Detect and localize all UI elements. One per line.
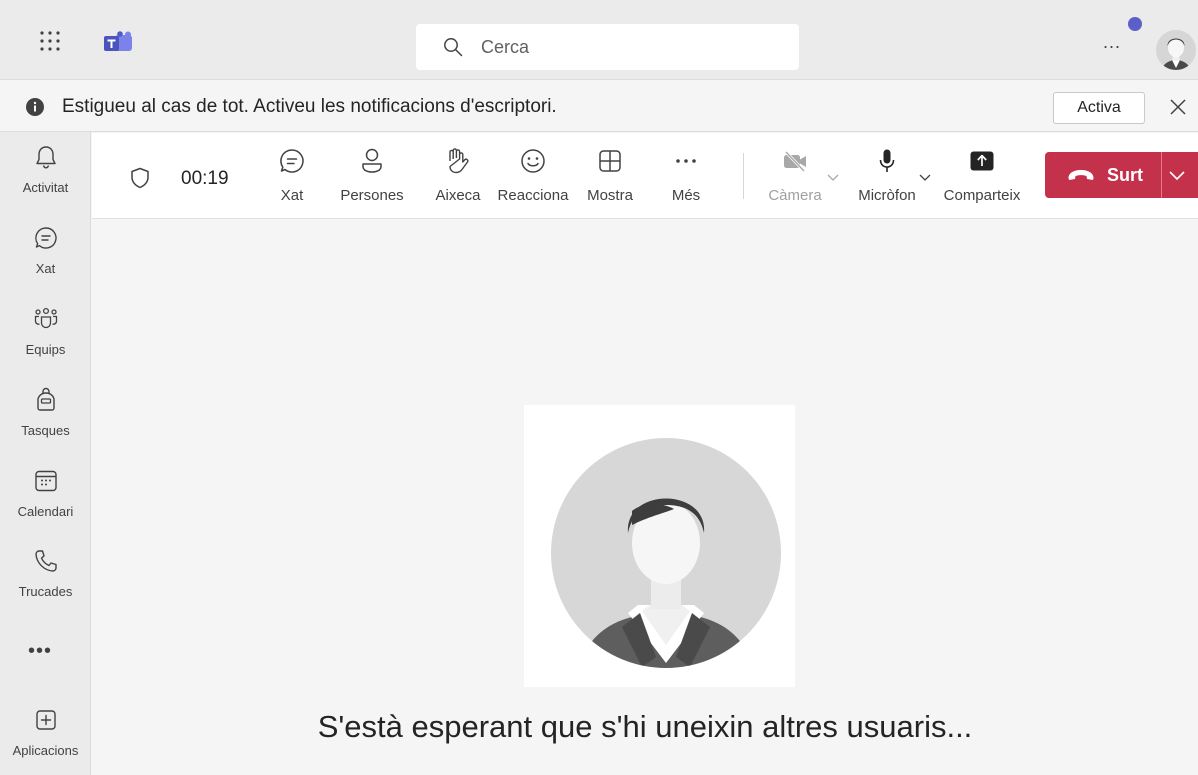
sidebar-item-tasks[interactable]: Tasques (0, 379, 91, 449)
call-timer: 00:19 (181, 168, 229, 189)
leave-button-divider (1161, 152, 1162, 198)
camera-options-chevron-icon[interactable] (826, 172, 840, 182)
camera-off-icon (784, 150, 806, 173)
info-icon (26, 98, 44, 116)
sidebar-item-label: Aplicacions (12, 743, 79, 758)
chat-icon (280, 149, 304, 173)
raise-hand-icon (449, 148, 469, 174)
button-label: Comparteix (943, 187, 1021, 204)
close-icon[interactable] (1166, 95, 1190, 119)
shield-icon[interactable] (130, 167, 150, 189)
microphone-icon (879, 149, 895, 172)
meeting-toolbar: 00:19 Xat Persones Aixeca Reacciona Most… (92, 133, 1198, 219)
more-actions-button[interactable]: Més (668, 147, 704, 209)
notification-banner: Estigueu al cas de tot. Activeu les noti… (0, 80, 1198, 132)
banner-message: Estigueu al cas de tot. Activeu les noti… (62, 96, 557, 117)
sidebar-item-label: Calendari (17, 504, 74, 519)
chevron-down-icon[interactable] (1167, 168, 1187, 182)
button-label: Càmera (768, 187, 822, 204)
button-label: Aixeca (435, 187, 481, 204)
phone-icon (35, 550, 57, 572)
button-label: Micròfon (858, 187, 916, 204)
sidebar-item-label: Tasques (21, 423, 70, 438)
teams-logo-icon (104, 31, 132, 51)
search-icon (444, 38, 463, 57)
backpack-icon (37, 387, 55, 411)
button-label: Reacciona (497, 187, 569, 204)
sidebar-item-activity[interactable]: Activitat (0, 136, 91, 206)
search-box[interactable] (416, 24, 799, 70)
participant-tile (524, 405, 795, 687)
view-button[interactable]: Mostra (583, 147, 637, 209)
teams-icon (34, 307, 58, 329)
share-screen-icon (970, 151, 994, 171)
waiting-message: S'està esperant que s'hi uneixin altres … (317, 709, 973, 744)
bell-icon (36, 146, 56, 169)
more-apps-button[interactable]: ••• (28, 640, 52, 663)
leave-button-label: Surt (1107, 164, 1143, 185)
microphone-button[interactable]: Micròfon (851, 147, 923, 209)
share-button[interactable]: Comparteix (941, 147, 1023, 209)
calendar-icon (35, 470, 57, 492)
react-button[interactable]: Reacciona (495, 147, 571, 209)
chat-icon (35, 227, 57, 249)
smile-icon (521, 149, 545, 173)
app-rail: Activitat Xat Equips Tasques Calendari T… (0, 132, 91, 775)
camera-button[interactable]: Càmera (764, 147, 826, 209)
sidebar-item-calls[interactable]: Trucades (0, 540, 91, 610)
title-bar: ... (0, 0, 1198, 80)
sidebar-item-label: Xat (35, 261, 56, 276)
chat-button[interactable]: Xat (272, 147, 312, 209)
toolbar-divider (743, 153, 744, 199)
app-launcher-icon[interactable] (38, 29, 62, 53)
sidebar-item-label: Activitat (22, 180, 69, 195)
microphone-options-chevron-icon[interactable] (918, 172, 932, 182)
sidebar-item-chat[interactable]: Xat (0, 217, 91, 287)
button-label: Més (671, 187, 701, 204)
button-label: Xat (280, 187, 304, 204)
button-label: Persones (340, 187, 404, 204)
grid-view-icon (599, 150, 621, 172)
sidebar-item-label: Equips (25, 342, 66, 357)
people-button[interactable]: Persones (337, 147, 407, 209)
sidebar-item-apps[interactable]: Aplicacions (0, 699, 91, 769)
raise-hand-button[interactable]: Aixeca (428, 147, 488, 209)
add-apps-icon (36, 710, 56, 730)
notification-dot (1128, 17, 1142, 31)
activate-notifications-button[interactable]: Activa (1053, 92, 1145, 124)
profile-avatar[interactable] (1155, 24, 1197, 76)
more-icon (676, 159, 696, 163)
sidebar-item-calendar[interactable]: Calendari (0, 460, 91, 530)
meeting-stage: S'està esperant que s'hi uneixin altres … (92, 219, 1198, 775)
search-input[interactable] (481, 36, 761, 58)
hang-up-icon (1068, 170, 1094, 180)
sidebar-item-teams[interactable]: Equips (0, 298, 91, 368)
sidebar-item-label: Trucades (18, 584, 73, 599)
participant-avatar-icon (551, 438, 781, 668)
leave-button-main[interactable]: Surt (1045, 152, 1161, 198)
button-label: Mostra (587, 187, 633, 204)
person-icon (362, 148, 382, 173)
leave-call-button[interactable]: Surt (1045, 152, 1198, 198)
more-options-button[interactable]: ... (1103, 32, 1121, 53)
